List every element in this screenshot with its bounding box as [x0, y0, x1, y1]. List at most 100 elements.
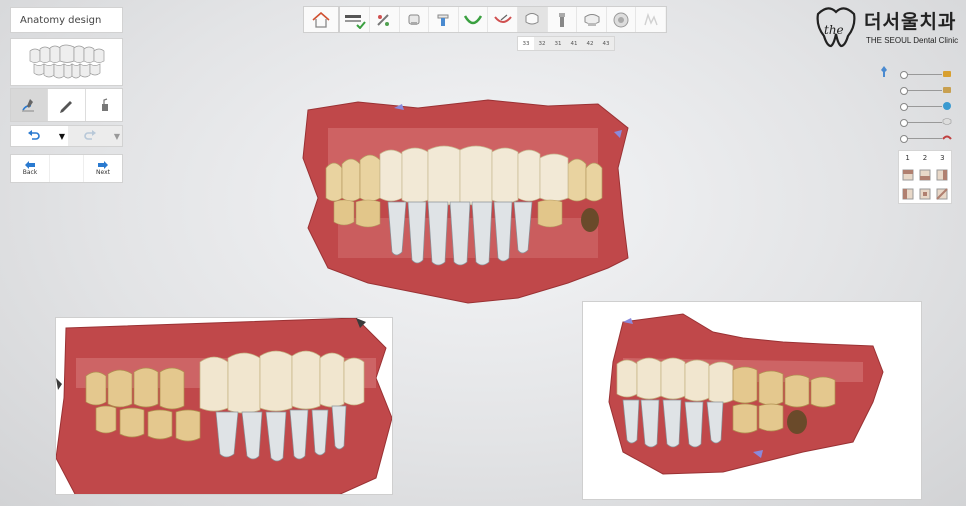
undo-button[interactable] — [11, 126, 56, 146]
step-home[interactable] — [304, 7, 341, 32]
view-bottom-button[interactable] — [934, 184, 951, 203]
jaw-upper-icon — [943, 71, 951, 77]
tooth-tab[interactable]: 41 — [566, 37, 582, 50]
slider-handle[interactable] — [900, 103, 908, 111]
cube-back-icon — [919, 188, 931, 199]
arrow-left-icon — [25, 161, 35, 169]
paint-tool-button[interactable] — [86, 89, 122, 121]
design-opacity-slider[interactable] — [900, 118, 952, 128]
connector-icon — [558, 12, 565, 27]
step-arch[interactable] — [459, 7, 489, 32]
cube-right-icon — [936, 169, 948, 180]
margin-icon — [377, 13, 390, 26]
step-crown[interactable] — [577, 7, 607, 32]
view-left-button[interactable] — [899, 184, 916, 203]
gum-opacity-slider[interactable] — [900, 134, 952, 144]
view-layout-1[interactable]: 1 — [899, 151, 916, 165]
right-view-panel[interactable] — [582, 301, 922, 500]
tooth-tab[interactable]: 33 — [518, 37, 534, 50]
chevron-down-icon: ▼ — [58, 131, 66, 141]
jaw-lower-icon — [943, 87, 951, 93]
undo-redo-bar: ▼ ▼ — [10, 125, 123, 147]
teeth-opacity-slider[interactable] — [900, 102, 951, 112]
clinic-name-english: THE SEOUL Dental Clinic — [866, 36, 959, 45]
implant-icon — [437, 14, 449, 26]
tooth-logo-icon: the — [816, 7, 856, 48]
workflow-title-panel: Anatomy design — [10, 7, 123, 33]
nav-spacer — [49, 155, 84, 182]
arrow-right-icon — [98, 161, 108, 169]
redo-history-dropdown[interactable]: ▼ — [112, 126, 122, 146]
anatomy-tool-button[interactable] — [11, 89, 49, 121]
clinic-name-korean: 더서울치과 — [864, 11, 957, 33]
cube-bottom-icon — [936, 187, 949, 200]
left-view-render — [56, 318, 392, 494]
lower-jaw-opacity-slider[interactable] — [900, 86, 951, 96]
left-view-panel[interactable] — [55, 317, 393, 495]
step-implant[interactable] — [429, 7, 459, 32]
next-label: Next — [96, 169, 110, 176]
workflow-title: Anatomy design — [20, 15, 102, 26]
step-anatomy[interactable] — [517, 7, 548, 32]
undo-icon — [27, 130, 40, 140]
step-export[interactable] — [636, 7, 667, 32]
tooth-tab[interactable]: 31 — [550, 37, 566, 50]
slider-handle[interactable] — [900, 87, 908, 95]
step-margin[interactable] — [370, 7, 400, 32]
cube-front-icon — [919, 169, 931, 180]
view-layout-2[interactable]: 2 — [916, 151, 933, 165]
home-icon — [312, 11, 330, 28]
cutback-icon — [493, 14, 512, 23]
upper-jaw-opacity-slider[interactable] — [900, 70, 951, 80]
pencil-icon — [60, 101, 73, 113]
step-scan[interactable] — [340, 7, 370, 32]
view-back-button[interactable] — [916, 184, 933, 203]
next-button[interactable]: Next — [84, 155, 122, 182]
teeth-thumbnail[interactable] — [10, 38, 123, 86]
slider-handle[interactable] — [900, 71, 908, 79]
teeth-preview-icon — [29, 44, 104, 79]
export-icon — [644, 12, 658, 25]
arch-icon — [463, 14, 483, 24]
slider-handle[interactable] — [900, 119, 908, 127]
step-mill[interactable] — [607, 7, 637, 32]
clinic-logo: the 더서울치과 THE SEOUL Dental Clinic — [812, 4, 964, 50]
tooth-white-icon — [942, 118, 952, 125]
back-button[interactable]: Back — [11, 155, 49, 182]
view-front-button[interactable] — [916, 165, 933, 184]
redo-icon — [84, 130, 96, 140]
scan-check-icon — [344, 14, 366, 29]
cube-left-icon — [902, 188, 914, 199]
slider-handle[interactable] — [900, 135, 908, 143]
designed-crowns — [379, 145, 569, 206]
teeth-blue-icon — [943, 102, 951, 110]
redo-button[interactable] — [68, 126, 112, 146]
crown-icon — [584, 13, 599, 26]
view-layout-3[interactable]: 3 — [934, 151, 951, 165]
back-label: Back — [22, 169, 38, 176]
step-cutback[interactable] — [488, 7, 518, 32]
view-selector: 1 2 3 — [898, 150, 952, 204]
undo-history-dropdown[interactable]: ▼ — [56, 126, 68, 146]
3d-model-viewport[interactable] — [298, 98, 638, 318]
wizard-navigation: Back Next — [10, 154, 123, 183]
design-tools — [10, 88, 123, 122]
view-top-button[interactable] — [899, 165, 916, 184]
view-right-button[interactable] — [934, 165, 951, 184]
step-connector[interactable] — [548, 7, 578, 32]
tooth-tab[interactable]: 43 — [598, 37, 614, 50]
gum-icon — [942, 135, 952, 140]
tooth-tab[interactable]: 42 — [582, 37, 598, 50]
paint-tool-icon — [101, 98, 108, 111]
svg-text:the: the — [824, 23, 844, 37]
chevron-down-icon: ▼ — [113, 131, 121, 141]
right-view-render — [583, 302, 921, 499]
step-model[interactable] — [400, 7, 430, 32]
pin-icon[interactable] — [880, 66, 888, 78]
tooth-tab[interactable]: 32 — [534, 37, 550, 50]
tooth-icon — [525, 12, 539, 24]
workflow-toolbar — [303, 6, 667, 33]
sculpt-tool-button[interactable] — [48, 89, 86, 121]
tooth-selector-tabs: 33 32 31 41 42 43 — [517, 36, 615, 51]
model-icon — [408, 14, 420, 25]
